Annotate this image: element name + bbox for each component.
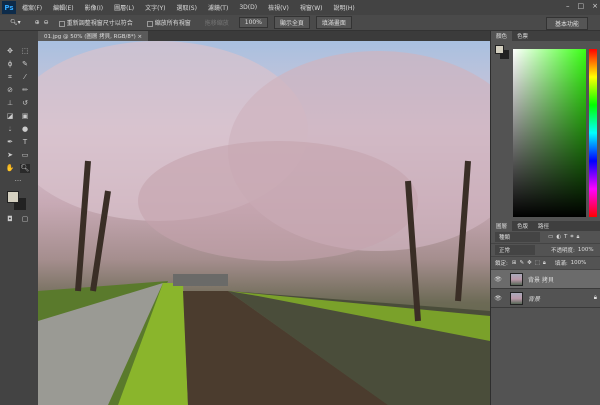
fill-input[interactable]: 100% — [571, 260, 587, 266]
scrubby-zoom-checkbox[interactable]: 拖移縮放 — [201, 16, 233, 29]
workspace-select[interactable]: 基本功能 — [545, 17, 588, 30]
blend-mode-select[interactable]: 正常 — [495, 245, 535, 255]
document-canvas[interactable] — [38, 41, 490, 405]
layer-name[interactable]: 背景 拷貝 — [528, 275, 554, 284]
menu-view[interactable]: 檢視(V) — [268, 3, 289, 12]
tab-paths[interactable]: 路徑 — [533, 221, 554, 231]
blur-icon[interactable]: 💧︎ — [5, 125, 15, 134]
history-brush-icon[interactable]: ↺ — [20, 99, 30, 108]
tab-channels[interactable]: 色版 — [512, 221, 533, 231]
layer-name[interactable]: 背景 — [528, 294, 540, 303]
more-tools-icon[interactable]: ··· — [13, 177, 23, 186]
menu-layer[interactable]: 圖層(L) — [114, 3, 134, 12]
path-select-icon[interactable]: ➤ — [5, 151, 15, 160]
layer-thumbnail — [510, 291, 523, 305]
hue-slider[interactable] — [589, 49, 597, 217]
move-tool-icon[interactable]: ✥ — [5, 47, 15, 56]
color-picker-field[interactable] — [513, 49, 586, 217]
fit-screen-button[interactable]: 顯示全頁 — [273, 16, 310, 29]
right-panels: 顏色 色票 圖層 色版 路徑 種類 ▭◐T⌗🔒︎ 正常 不透明度: 100% 鎖定: ⊞… — [490, 31, 600, 405]
resize-windows-checkbox[interactable]: 重新調整視窗尺寸以符合 — [55, 16, 137, 29]
cherry-blossom-photo — [38, 41, 490, 405]
gradient-icon[interactable]: ▣ — [20, 112, 30, 121]
lock-icons[interactable]: ⊞✎✥⬚🔒︎ — [512, 260, 549, 267]
menu-edit[interactable]: 編輯(E) — [53, 3, 73, 12]
menu-image[interactable]: 影像(I) — [85, 3, 103, 12]
photoshop-logo: Ps — [2, 1, 16, 14]
lock-icon: 🔒︎ — [593, 294, 597, 301]
clone-stamp-icon[interactable]: ⊥ — [5, 99, 15, 108]
menu-bar: Ps 檔案(F) 編輯(E) 影像(I) 圖層(L) 文字(Y) 選取(S) 濾… — [0, 0, 600, 15]
zoom-tool-icon[interactable]: 🔍︎ — [20, 164, 30, 173]
lock-label: 鎖定: — [495, 261, 508, 267]
visibility-eye-icon[interactable]: 👁︎ — [491, 295, 505, 302]
screen-mode-icon[interactable]: ▢ — [20, 215, 30, 224]
menu-select[interactable]: 選取(S) — [176, 3, 197, 12]
quick-select-icon[interactable]: ✎ — [20, 60, 30, 69]
zoom-100-button[interactable]: 100% — [238, 17, 268, 28]
filter-icons[interactable]: ▭◐T⌗🔒︎ — [548, 234, 582, 241]
menu-file[interactable]: 檔案(F) — [22, 3, 42, 12]
lasso-tool-icon[interactable]: ϕ — [5, 60, 15, 69]
layer-row[interactable]: 👁︎ 背景 🔒︎ — [491, 289, 600, 308]
menu-window[interactable]: 視窗(W) — [300, 3, 323, 12]
menu-type[interactable]: 文字(Y) — [145, 3, 165, 12]
opacity-label: 不透明度: — [551, 248, 575, 254]
toolbar: ✥ ⬚ ϕ ✎ ⌗ ⁄ ⊘ ✏ ⊥ ↺ ◪ ▣ 💧︎ ● ✒ T ➤ ▭ ✋ 🔍… — [0, 31, 38, 405]
layers-panel: 圖層 色版 路徑 種類 ▭◐T⌗🔒︎ 正常 不透明度: 100% 鎖定: ⊞✎✥⬚🔒︎ 填… — [491, 221, 600, 308]
menu-filter[interactable]: 濾鏡(T) — [208, 3, 228, 12]
dodge-icon[interactable]: ● — [20, 125, 30, 134]
options-bar: 🔍︎▾ ⊕ ⊖ 重新調整視窗尺寸以符合 縮放所有視窗 拖移縮放 100% 顯示全… — [0, 15, 600, 31]
document-tab[interactable]: 01.jpg @ 50% (圖層 拷貝, RGB/8*) × — [38, 31, 149, 41]
opacity-input[interactable]: 100% — [578, 247, 594, 253]
layer-row[interactable]: 👁︎ 背景 拷貝 — [491, 270, 600, 289]
layer-filter-select[interactable]: 種類 — [495, 232, 540, 242]
shape-tool-icon[interactable]: ▭ — [20, 151, 30, 160]
layers-panel-tabs: 圖層 色版 路徑 — [491, 221, 600, 231]
zoom-all-checkbox[interactable]: 縮放所有視窗 — [143, 16, 195, 29]
hand-tool-icon[interactable]: ✋ — [5, 164, 15, 173]
quick-mask-icon[interactable]: ◘ — [5, 215, 15, 224]
type-tool-icon[interactable]: T — [20, 138, 30, 147]
marquee-tool-icon[interactable]: ⬚ — [20, 47, 30, 56]
tab-layers[interactable]: 圖層 — [491, 221, 513, 231]
fill-label: 填滿: — [554, 261, 568, 267]
menu-help[interactable]: 說明(H) — [334, 3, 355, 12]
menu-3d[interactable]: 3D(D) — [239, 4, 257, 11]
foreground-color-swatch[interactable] — [7, 191, 19, 203]
zoom-out-icon[interactable]: ⊖ — [44, 19, 49, 26]
maximize-button[interactable]: □ — [578, 2, 585, 10]
pen-tool-icon[interactable]: ✒ — [5, 138, 15, 147]
document-tabs: 01.jpg @ 50% (圖層 拷貝, RGB/8*) × — [38, 31, 490, 41]
visibility-eye-icon[interactable]: 👁︎ — [491, 276, 505, 283]
zoom-tool-icon[interactable]: 🔍︎▾ — [6, 17, 25, 28]
crop-tool-icon[interactable]: ⌗ — [5, 73, 15, 82]
brush-tool-icon[interactable]: ✏ — [20, 86, 30, 95]
layer-thumbnail — [510, 272, 523, 286]
tab-swatches[interactable]: 色票 — [512, 31, 533, 41]
fill-screen-button[interactable]: 填滿畫面 — [315, 16, 352, 29]
healing-brush-icon[interactable]: ⊘ — [5, 86, 15, 95]
eyedropper-icon[interactable]: ⁄ — [20, 73, 30, 82]
foreground-color-chip[interactable] — [495, 45, 504, 54]
tab-color[interactable]: 顏色 — [491, 31, 513, 41]
color-panel-tabs: 顏色 色票 — [491, 31, 600, 41]
eraser-icon[interactable]: ◪ — [5, 112, 15, 121]
minimize-button[interactable]: – — [566, 2, 570, 10]
zoom-in-icon[interactable]: ⊕ — [31, 17, 44, 28]
close-button[interactable]: × — [592, 2, 598, 10]
